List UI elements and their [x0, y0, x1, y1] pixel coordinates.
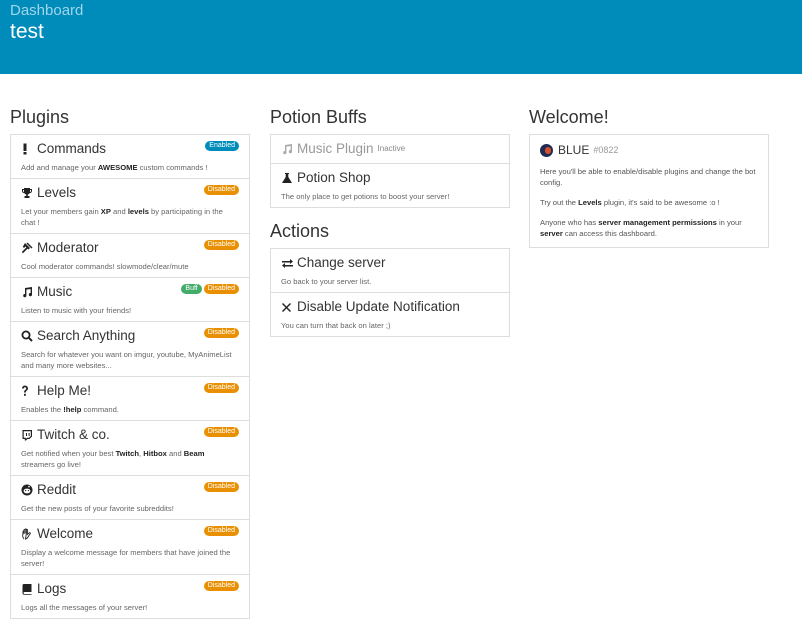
disable-update-desc: You can turn that back on later ;) [281, 321, 391, 330]
user-info: BLUE #0822 [540, 143, 758, 157]
change-server-desc: Go back to your server list. [281, 277, 372, 286]
change-server-label: Change server [297, 255, 386, 270]
potion-column: Potion Buffs Music Plugin Inactive Potio… [270, 106, 510, 337]
plugin-item-moderator[interactable]: Moderator Disabled Cool moderator commands… [11, 234, 249, 278]
disabled-badge: Disabled [203, 240, 239, 250]
plugin-name: Music [37, 284, 73, 299]
actions-list: Change server Go back to your server lis… [270, 248, 510, 337]
potion-shop-item[interactable]: Potion Shop The only place to get potion… [271, 164, 509, 208]
disabled-badge: Disabled [203, 284, 239, 294]
plugin-item-search-anything[interactable]: Search Anything Disabled Search for whatev… [11, 322, 249, 377]
book-icon [21, 583, 35, 595]
disabled-badge: Disabled [203, 427, 239, 437]
disabled-badge: Disabled [203, 526, 239, 536]
username: BLUE [558, 143, 590, 157]
levels-highlight: Levels [578, 198, 602, 207]
plugin-name: Help Me! [37, 383, 92, 398]
plugin-name: Reddit [37, 482, 77, 497]
potion-shop-desc: The only place to get potions to boost y… [281, 192, 450, 201]
plugin-description: Listen to music with your friends! [21, 306, 132, 315]
plugin-item-twitch-co[interactable]: Twitch & co. Disabled Get notified when yo… [11, 421, 249, 476]
plugin-description: Cool moderator commands! slowmode/clear/… [21, 262, 189, 271]
welcome-column: Welcome! BLUE #0822 Here you'll be able … [529, 106, 769, 248]
flask-icon [281, 172, 295, 184]
plugin-description: Search for whatever you want on imgur, y… [21, 350, 232, 370]
disabled-badge: Disabled [203, 328, 239, 338]
disabled-badge: Disabled [203, 185, 239, 195]
plugin-description: Enables the !help command. [21, 405, 119, 414]
music-plugin-status: Inactive [377, 144, 406, 153]
plugin-name: Levels [37, 185, 77, 200]
plugin-description: Add and manage your AWESOME custom comma… [21, 163, 208, 172]
welcome-heading: Welcome! [529, 107, 609, 127]
plugin-item-reddit[interactable]: Reddit Disabled Get the new posts of your … [11, 476, 249, 520]
music-icon [281, 143, 295, 155]
trophy-icon [21, 187, 35, 199]
music-icon [21, 286, 35, 298]
potion-music-plugin[interactable]: Music Plugin Inactive [271, 135, 509, 164]
disabled-badge: Disabled [203, 383, 239, 393]
welcome-text-3: Anyone who has server management permiss… [540, 218, 742, 238]
plugin-name: Commands [37, 141, 107, 156]
plugin-item-logs[interactable]: Logs Disabled Logs all the messages of you… [11, 575, 249, 619]
actions-heading: Actions [270, 221, 330, 241]
plugin-name: Welcome [37, 526, 94, 541]
server-highlight: server [540, 229, 563, 238]
plugin-description: Display a welcome message for members th… [21, 548, 231, 568]
disabled-badge: Disabled [203, 482, 239, 492]
reddit-icon [21, 484, 35, 496]
plugin-item-levels[interactable]: Levels Disabled Let your members gain XP a… [11, 179, 249, 234]
header-bar: Dashboard test [0, 0, 802, 74]
exclamation-icon [21, 143, 35, 155]
plugin-description: Get notified when your best Twitch, Hitb… [21, 449, 205, 469]
plugin-item-commands[interactable]: Commands Enabled Add and manage your AWESO… [11, 135, 249, 179]
twitch-icon [21, 429, 35, 441]
music-plugin-label: Music Plugin [297, 141, 374, 156]
plugin-description: Get the new posts of your favorite subre… [21, 504, 174, 513]
buff-badge: Buff [181, 284, 202, 294]
disable-update-label: Disable Update Notification [297, 299, 460, 314]
plugin-list: Commands Enabled Add and manage your AWESO… [10, 134, 250, 619]
potion-heading: Potion Buffs [270, 107, 367, 127]
plugin-description: Let your members gain XP and levels by p… [21, 207, 223, 227]
welcome-text-1: Here you'll be able to enable/disable pl… [540, 167, 756, 187]
disable-update-action[interactable]: Disable Update Notification You can turn… [271, 293, 509, 337]
potion-shop-label: Potion Shop [297, 170, 371, 185]
breadcrumb-dashboard[interactable]: Dashboard [10, 2, 83, 19]
permissions-highlight: server management permissions [598, 218, 717, 227]
change-server-action[interactable]: Change server Go back to your server lis… [271, 249, 509, 293]
plugin-name: Logs [37, 581, 67, 596]
exchange-icon [281, 257, 295, 269]
plugin-description: Logs all the messages of your server! [21, 603, 148, 612]
welcome-panel: BLUE #0822 Here you'll be able to enable… [529, 134, 769, 248]
server-title: test [10, 20, 44, 43]
plugin-name: Moderator [37, 240, 99, 255]
close-icon [281, 302, 295, 313]
avatar [540, 143, 553, 157]
welcome-text-2: Try out the Levels plugin, it's said to … [540, 198, 720, 207]
plugin-item-welcome[interactable]: Welcome Disabled Display a welcome message… [11, 520, 249, 575]
potion-list: Music Plugin Inactive Potion Shop The on… [270, 134, 510, 208]
plugin-item-music[interactable]: Music Buff Disabled Listen to music with yo… [11, 278, 249, 322]
user-discriminator: #0822 [593, 145, 619, 155]
plugin-name: Search Anything [37, 328, 136, 343]
search-icon [21, 330, 35, 342]
plugin-name: Twitch & co. [37, 427, 110, 442]
enabled-badge: Enabled [205, 141, 239, 151]
gavel-icon [21, 242, 35, 254]
plugin-item-help-me[interactable]: Help Me! Disabled Enables the !help comman… [11, 377, 249, 421]
plugins-column: Plugins Commands Enabled Add and manage yo… [10, 106, 250, 619]
question-icon [21, 385, 35, 397]
plugins-heading: Plugins [10, 107, 70, 127]
hand-icon [21, 528, 35, 540]
